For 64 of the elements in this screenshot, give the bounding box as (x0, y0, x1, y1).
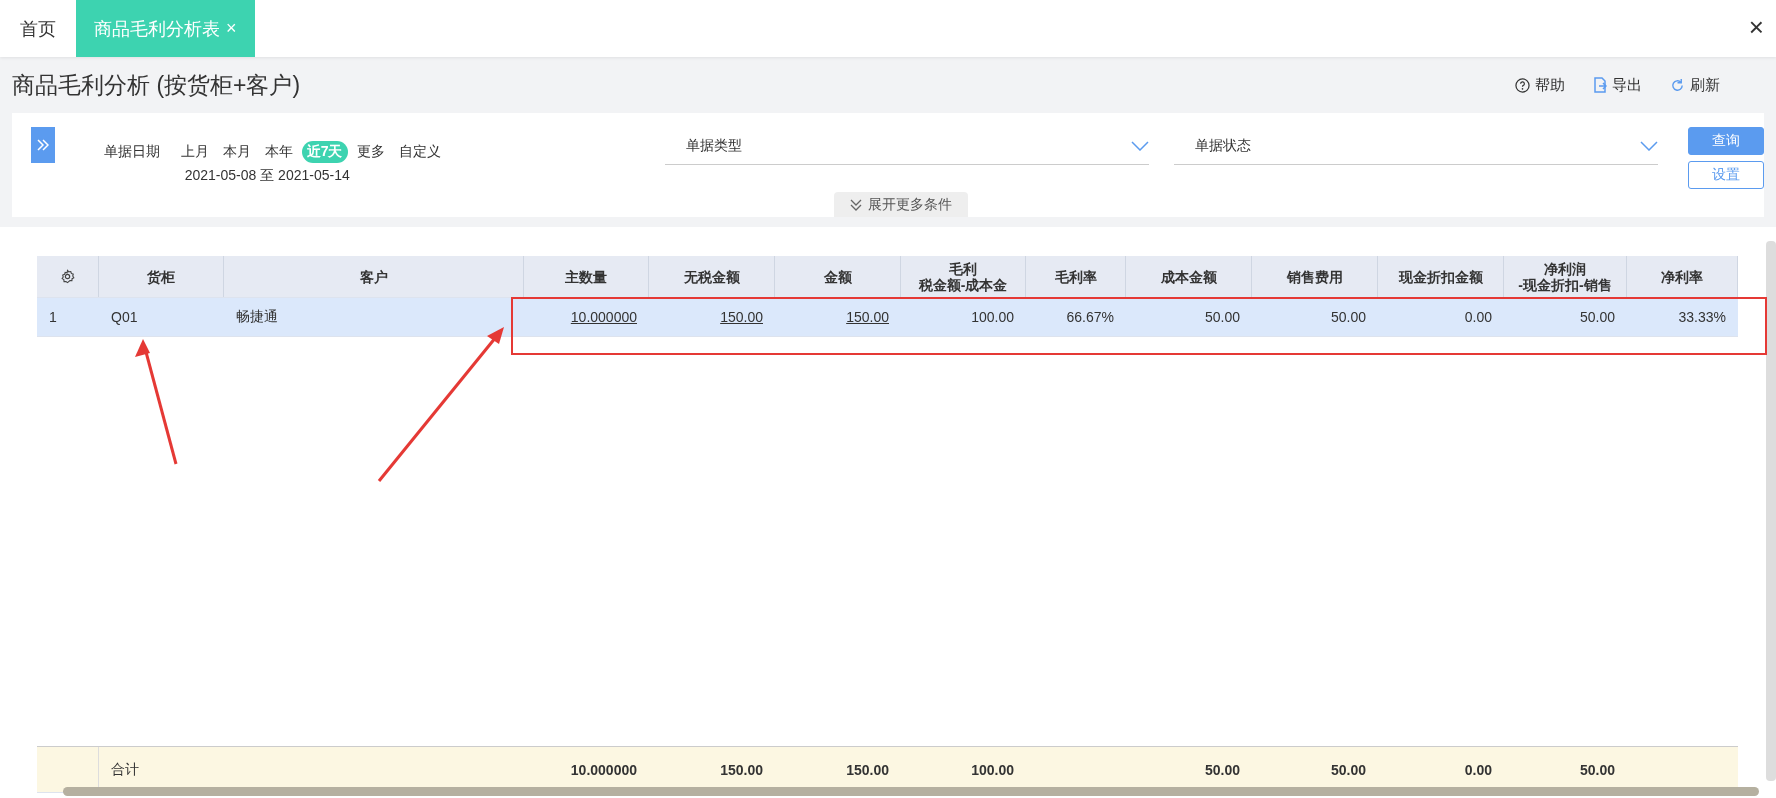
field-label: 单据日期 (103, 143, 160, 161)
refresh-icon (1670, 77, 1685, 93)
total-cell-text: 50.00 (1203, 760, 1241, 780)
column-header: 净利率 (1627, 256, 1738, 297)
column-header: 成本金额 (1126, 256, 1252, 297)
table-link[interactable]: 150.00 (846, 309, 889, 325)
gear-icon (60, 269, 75, 284)
date-preset[interactable]: 自定义 (393, 141, 446, 163)
date-preset[interactable]: 本年 (259, 141, 298, 163)
total-cell-text: 150.00 (719, 760, 764, 780)
total-cell-text: 150.00 (845, 760, 890, 780)
table-cell-text: 66.67% (1065, 308, 1115, 327)
total-cell-text: 100.00 (970, 760, 1015, 780)
header-title: 净利润 (1544, 260, 1586, 277)
header-subtitle: -现金折扣-销售 (1518, 276, 1612, 293)
column-header: 金额 (775, 256, 901, 297)
table-cell-text: 50.00 (1578, 308, 1616, 327)
table-cell-text: Q01 (110, 308, 139, 327)
chevron-down-icon (1130, 140, 1149, 151)
horizontal-scrollbar[interactable] (63, 787, 1759, 796)
double-chevron-icon (36, 139, 49, 151)
tab-label: 展开更多条件 (868, 195, 952, 214)
date-range: 2021-05-08 至 2021-05-14 (184, 167, 351, 185)
date-preset[interactable]: 本月 (217, 141, 256, 163)
double-chevron-icon (850, 198, 862, 211)
total-label: 合计 (110, 759, 140, 779)
page-title: 商品毛利分析 (按货柜+客户) (12, 70, 302, 100)
column-header: 销售费用 (1252, 256, 1378, 297)
select-field[interactable]: 单据状态 (1173, 127, 1658, 165)
table-cell-text: 100.00 (970, 308, 1015, 327)
toolbar-button[interactable]: 帮助 (1515, 75, 1565, 95)
column-header: 无税金额 (649, 256, 775, 297)
date-preset[interactable]: 更多 (351, 141, 390, 163)
toolbar-button[interactable]: 刷新 (1670, 75, 1720, 95)
export-icon (1593, 77, 1607, 93)
row-number: 1 (48, 308, 58, 327)
header-title: 毛利 (949, 260, 977, 277)
close-icon[interactable]: × (1748, 12, 1764, 43)
total-cell-text: 10.000000 (569, 760, 638, 780)
toolbar-button[interactable]: 导出 (1593, 75, 1642, 95)
table-cell-text: 0.00 (1463, 308, 1493, 327)
chevron-down-icon (1640, 140, 1658, 151)
vertical-scrollbar[interactable] (1766, 241, 1776, 781)
expand-conditions-tab[interactable]: 展开更多条件 (834, 192, 968, 217)
column-header: 货柜 (99, 256, 224, 297)
table-link[interactable]: 150.00 (720, 309, 763, 325)
table-cell-text: 畅捷通 (235, 307, 279, 326)
column-header: 现金折扣金额 (1378, 256, 1504, 297)
column-header: 客户 (224, 256, 524, 297)
total-cell-text: 50.00 (1578, 760, 1616, 780)
header-subtitle: 税金额-成本金 (918, 276, 1008, 293)
table-cell-text: 50.00 (1203, 308, 1241, 327)
column-header: 主数量 (524, 256, 649, 297)
help-icon (1515, 77, 1530, 93)
expand-panel-button[interactable] (31, 127, 55, 163)
tab[interactable]: 首页 (0, 0, 76, 57)
table-link[interactable]: 10.000000 (570, 309, 637, 325)
column-header: 毛利率 (1026, 256, 1126, 297)
table-cell-text: 33.33% (1677, 308, 1727, 327)
total-cell-text: 0.00 (1463, 760, 1493, 780)
total-cell-text: 50.00 (1329, 760, 1367, 780)
select-field[interactable]: 单据类型 (664, 127, 1149, 165)
table-cell-text: 50.00 (1329, 308, 1367, 327)
date-preset[interactable]: 上月 (175, 141, 214, 163)
